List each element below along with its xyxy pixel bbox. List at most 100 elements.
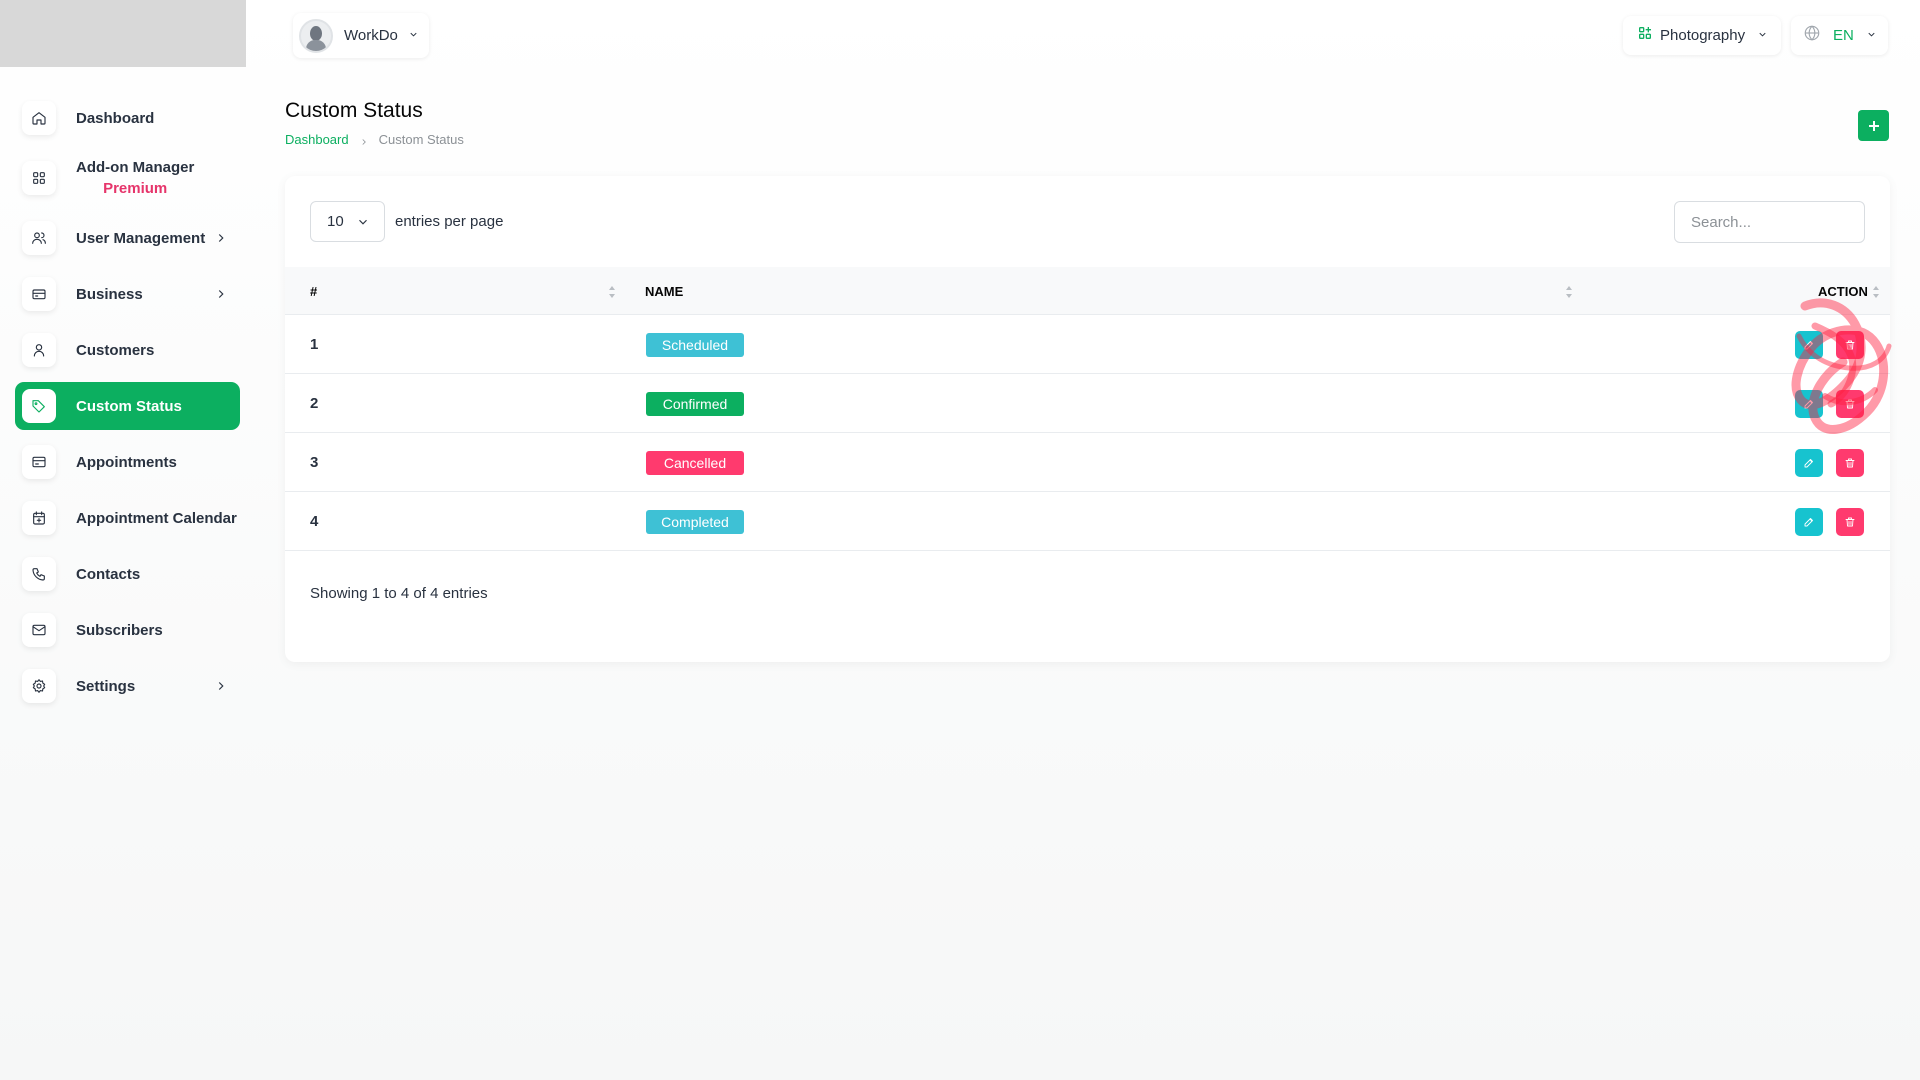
sidebar-item-label: Contacts [76, 565, 141, 583]
business-select[interactable]: Photography [1623, 16, 1781, 55]
plus-icon [1868, 120, 1879, 131]
column-header-name[interactable]: NAME [645, 284, 683, 299]
sidebar-item-label: Subscribers [76, 621, 163, 639]
chevron-right-icon [359, 135, 369, 145]
user-icon [22, 333, 56, 367]
sidebar-item-label: Dashboard [76, 109, 155, 127]
logo-placeholder [0, 0, 246, 67]
chevron-right-icon [214, 231, 228, 245]
sidebar-item-user-management[interactable]: User Management [15, 214, 240, 262]
sidebar-item-customers[interactable]: Customers [15, 326, 240, 374]
sort-icon[interactable] [1872, 284, 1880, 300]
calendar-icon [22, 501, 56, 535]
edit-button[interactable] [1795, 331, 1823, 359]
delete-button[interactable] [1836, 390, 1864, 418]
sidebar-item-appointments[interactable]: Appointments [15, 438, 240, 486]
trash-icon [1844, 339, 1856, 351]
delete-button[interactable] [1836, 449, 1864, 477]
sidebar-item-subscribers[interactable]: Subscribers [15, 606, 240, 654]
table-row: 4 Completed [285, 492, 1890, 551]
per-page-select[interactable]: 10 [310, 201, 385, 242]
per-page-value: 10 [327, 213, 344, 230]
breadcrumb-home-link[interactable]: Dashboard [285, 132, 349, 147]
sidebar-item-label: User Management [76, 229, 206, 247]
table-row: 1 Scheduled [285, 315, 1890, 374]
status-table: # NAME ACTION 1 Scheduled 2 Confirmed 3 Cance… [285, 267, 1890, 551]
phone-icon [22, 557, 56, 591]
edit-button[interactable] [1795, 449, 1823, 477]
sort-icon[interactable] [1565, 284, 1573, 300]
add-status-button[interactable] [1858, 110, 1889, 141]
mail-icon [22, 613, 56, 647]
delete-button[interactable] [1836, 508, 1864, 536]
row-number: 1 [310, 336, 319, 353]
status-badge: Cancelled [646, 451, 744, 475]
language-select[interactable]: EN [1791, 16, 1888, 55]
sidebar-item-settings[interactable]: Settings [15, 662, 240, 710]
chevron-down-icon [408, 27, 419, 45]
avatar [299, 18, 333, 53]
trash-icon [1844, 457, 1856, 469]
breadcrumb-current: Custom Status [378, 132, 464, 147]
chevron-right-icon [214, 287, 228, 301]
table-info: Showing 1 to 4 of 4 entries [310, 585, 488, 602]
edit-icon [1803, 516, 1815, 528]
breadcrumb: Dashboard Custom Status [285, 132, 464, 147]
sidebar-item-dashboard[interactable]: Dashboard [15, 94, 240, 142]
business-name: Photography [1660, 27, 1746, 44]
sidebar-item-contacts[interactable]: Contacts [15, 550, 240, 598]
edit-icon [1803, 457, 1815, 469]
table-row: 2 Confirmed [285, 374, 1890, 433]
sidebar-item-label: Appointments [76, 453, 177, 471]
premium-badge: Premium [103, 180, 168, 197]
sort-icon[interactable] [608, 284, 616, 300]
table-body: 1 Scheduled 2 Confirmed 3 Cancelled 4 Completed [285, 315, 1890, 551]
sidebar-item-business[interactable]: Business [15, 270, 240, 318]
sidebar-item-label: Business [76, 285, 143, 303]
language-code: EN [1833, 27, 1854, 44]
table-row: 3 Cancelled [285, 433, 1890, 492]
sidebar-nav: Dashboard Add-on Manager Premium User Ma… [15, 94, 240, 718]
briefcase-icon [22, 277, 56, 311]
edit-icon [1803, 398, 1815, 410]
row-number: 2 [310, 395, 319, 412]
sidebar-item-label: Custom Status [76, 397, 182, 415]
page-title: Custom Status [285, 99, 423, 122]
apps-icon [22, 161, 56, 195]
chevron-down-icon [1757, 27, 1768, 45]
users-icon [22, 221, 56, 255]
chevron-down-icon [356, 215, 370, 233]
sidebar-item-label: Add-on Manager [76, 159, 195, 176]
column-header-number[interactable]: # [310, 284, 317, 299]
column-header-action[interactable]: ACTION [1818, 284, 1868, 299]
gear-icon [22, 669, 56, 703]
workspace-switcher[interactable]: WorkDo [293, 13, 429, 58]
edit-icon [1803, 339, 1815, 351]
apps-icon [1637, 25, 1653, 46]
status-table-card: 10 entries per page # NAME ACTION 1 Sched… [285, 176, 1890, 662]
trash-icon [1844, 398, 1856, 410]
per-page-label: entries per page [395, 213, 504, 230]
sidebar-item-label: Appointment Calendar [76, 509, 237, 527]
table-header: # NAME ACTION [285, 267, 1890, 315]
edit-button[interactable] [1795, 390, 1823, 418]
globe-icon [1803, 24, 1821, 47]
delete-button[interactable] [1836, 331, 1864, 359]
sidebar-item-addon-manager[interactable]: Add-on Manager Premium [15, 150, 240, 206]
sidebar-item-appointment-calendar[interactable]: Appointment Calendar [15, 494, 240, 542]
status-badge: Scheduled [646, 333, 744, 357]
home-icon [22, 101, 56, 135]
sidebar-item-custom-status[interactable]: Custom Status [15, 382, 240, 430]
workspace-name: WorkDo [344, 27, 398, 44]
row-number: 4 [310, 513, 319, 530]
row-number: 3 [310, 454, 319, 471]
chevron-down-icon [1866, 27, 1877, 45]
sidebar-item-label: Settings [76, 677, 136, 695]
search-input[interactable] [1674, 201, 1865, 243]
trash-icon [1844, 516, 1856, 528]
edit-button[interactable] [1795, 508, 1823, 536]
sidebar-item-label: Customers [76, 341, 155, 359]
chevron-right-icon [214, 679, 228, 693]
status-badge: Completed [646, 510, 744, 534]
card-icon [22, 445, 56, 479]
